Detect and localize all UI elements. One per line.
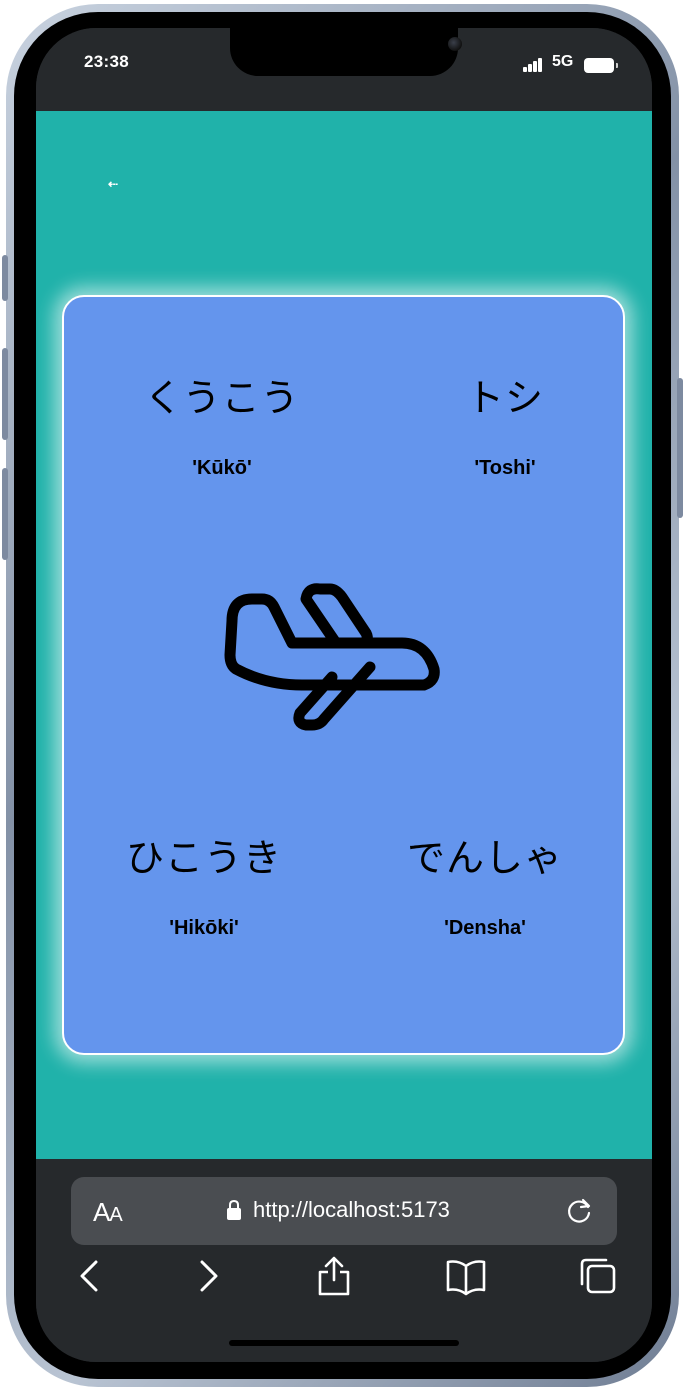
romaji-label: 'Toshi' [474, 457, 536, 479]
app-content: ⇠ くうこう 'Kūkō' トシ 'Toshi' ひこうき 'Hikōki' で… [36, 111, 652, 1159]
url-text: http://localhost:5173 [253, 1197, 450, 1222]
japanese-word: トシ [465, 378, 544, 420]
notch [230, 28, 462, 76]
romaji-label: 'Hikōki' [169, 917, 239, 939]
word-item-hikoki[interactable]: ひこうき 'Hikōki' [94, 837, 314, 940]
lock-icon [227, 1199, 241, 1220]
word-item-toshi[interactable]: トシ 'Toshi' [395, 377, 615, 480]
camera-icon [448, 37, 462, 51]
japanese-word: でんしゃ [406, 838, 563, 880]
share-icon[interactable] [314, 1254, 354, 1298]
power-button [677, 378, 683, 518]
battery-icon [584, 58, 618, 73]
japanese-word: ひこうき [125, 838, 282, 880]
airplane-icon [224, 583, 440, 731]
mute-switch [2, 255, 8, 301]
home-indicator[interactable] [229, 1340, 459, 1346]
status-bar: 23:38 5G [36, 28, 652, 111]
volume-up-button [2, 348, 8, 440]
screen: 23:38 5G ⇠ くうこう 'Kūkō' トシ 'Toshi' ひこうき '… [36, 28, 652, 1362]
vocab-card: くうこう 'Kūkō' トシ 'Toshi' ひこうき 'Hikōki' でんし… [62, 295, 625, 1055]
word-item-densha[interactable]: でんしゃ 'Densha' [375, 837, 595, 940]
forward-arrow-icon[interactable] [188, 1254, 228, 1298]
japanese-word: くうこう [144, 378, 300, 420]
signal-icon [523, 58, 545, 72]
text-size-button[interactable]: AA [93, 1197, 123, 1228]
network-label: 5G [552, 53, 574, 70]
back-button[interactable]: ⇠ [108, 177, 118, 191]
tabs-icon[interactable] [578, 1254, 618, 1298]
bookmarks-icon[interactable] [446, 1254, 486, 1298]
romaji-label: 'Kūkō' [192, 457, 252, 479]
word-item-kuko[interactable]: くうこう 'Kūkō' [112, 377, 332, 480]
browser-toolbar: AA http://localhost:5173 [36, 1159, 652, 1362]
address-bar[interactable]: AA http://localhost:5173 [71, 1177, 617, 1245]
romaji-label: 'Densha' [444, 917, 526, 939]
volume-down-button [2, 468, 8, 560]
back-arrow-icon[interactable] [70, 1254, 110, 1298]
reload-icon[interactable] [565, 1195, 595, 1225]
status-time: 23:38 [84, 52, 129, 71]
